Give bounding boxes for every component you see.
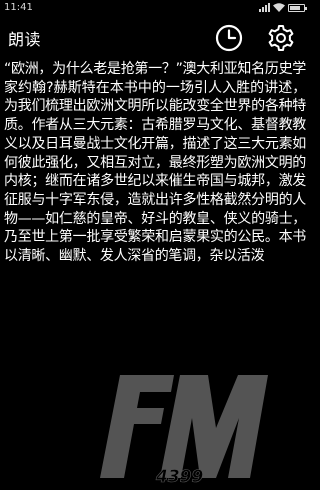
fm4399-watermark-logo: 4399 <box>100 375 268 485</box>
page-title: 朗读 <box>8 29 42 49</box>
battery-icon <box>288 3 307 12</box>
app-header: 朗读 <box>0 15 309 60</box>
reading-text: “欧洲，为什么老是抢第一？”澳大利亚知名历史学家约翰?赫斯特在本书中的一场引人入… <box>4 61 306 265</box>
wifi-icon <box>273 3 285 12</box>
status-icons <box>259 3 307 12</box>
signal-icon <box>259 3 270 12</box>
gear-icon <box>268 25 294 51</box>
history-button[interactable] <box>214 23 244 53</box>
battery-level <box>290 5 301 10</box>
watermark-sub-text: 4399 <box>155 467 203 485</box>
status-bar: 11:41 <box>0 0 309 15</box>
clock-icon <box>215 24 243 52</box>
settings-button[interactable] <box>266 23 296 53</box>
status-time: 11:41 <box>4 2 33 13</box>
